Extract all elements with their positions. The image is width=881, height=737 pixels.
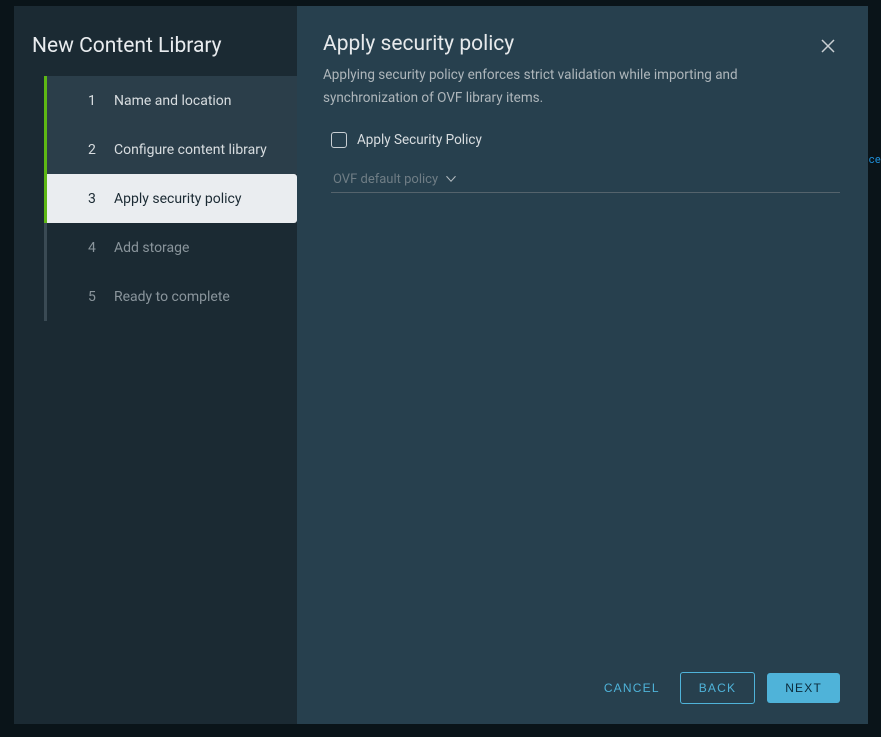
- back-button[interactable]: BACK: [680, 672, 755, 704]
- step-label: Ready to complete: [114, 289, 230, 305]
- policy-dropdown: OVF default policy: [331, 168, 840, 193]
- wizard-step-add-storage: 4 Add storage: [44, 223, 297, 272]
- apply-policy-checkbox[interactable]: [331, 132, 347, 148]
- wizard-title: New Content Library: [14, 30, 297, 76]
- dropdown-value: OVF default policy: [333, 172, 438, 187]
- wizard-sidebar: New Content Library 1 Name and location …: [14, 6, 297, 724]
- chevron-down-icon: [446, 172, 456, 186]
- step-number: 2: [88, 142, 106, 158]
- step-number: 4: [88, 240, 106, 256]
- wizard-steps: 1 Name and location 2 Configure content …: [14, 76, 297, 321]
- step-label: Configure content library: [114, 142, 267, 158]
- step-number: 1: [88, 93, 106, 109]
- wizard-step-configure[interactable]: 2 Configure content library: [44, 125, 297, 174]
- apply-policy-label: Apply Security Policy: [357, 132, 482, 148]
- panel-title: Apply security policy: [323, 32, 783, 56]
- wizard-step-security-policy[interactable]: 3 Apply security policy: [44, 174, 297, 223]
- next-button[interactable]: NEXT: [767, 673, 840, 703]
- wizard-step-name-location[interactable]: 1 Name and location: [44, 76, 297, 125]
- step-label: Apply security policy: [114, 191, 241, 207]
- panel-description: Applying security policy enforces strict…: [323, 64, 783, 110]
- background-fragment: ce: [869, 153, 881, 166]
- apply-policy-row: Apply Security Policy: [331, 132, 840, 148]
- cancel-button[interactable]: CANCEL: [588, 673, 668, 703]
- step-label: Name and location: [114, 93, 232, 109]
- wizard-content-panel: Apply security policy Applying security …: [297, 6, 868, 724]
- close-icon: [820, 38, 836, 54]
- step-number: 5: [88, 289, 106, 305]
- step-label: Add storage: [114, 240, 189, 256]
- step-number: 3: [88, 191, 106, 207]
- wizard-modal: New Content Library 1 Name and location …: [14, 6, 868, 724]
- wizard-footer: CANCEL BACK NEXT: [323, 656, 840, 704]
- close-button[interactable]: [816, 34, 840, 58]
- wizard-step-ready: 5 Ready to complete: [44, 272, 297, 321]
